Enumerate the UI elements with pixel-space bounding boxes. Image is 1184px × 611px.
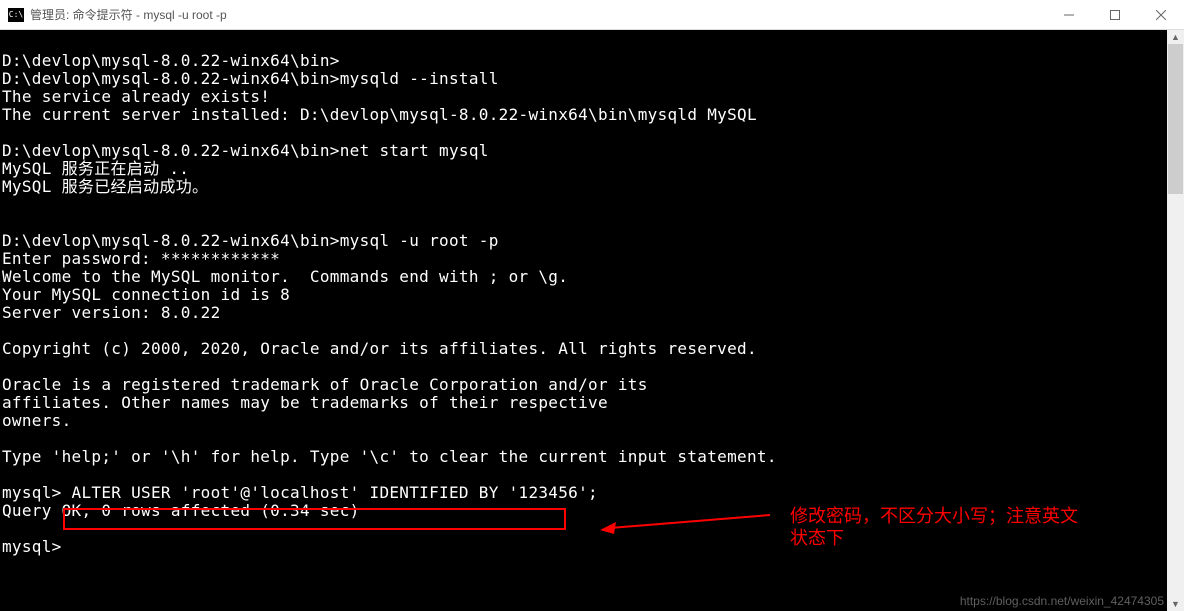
annotation-text: 修改密码，不区分大小写；注意英文 状态下 [790,505,1078,549]
maximize-button[interactable] [1092,0,1138,29]
annotation-line1: 修改密码，不区分大小写；注意英文 [790,505,1078,527]
watermark-text: https://blog.csdn.net/weixin_42474305 [960,594,1164,608]
close-button[interactable] [1138,0,1184,29]
scrollbar-thumb[interactable] [1168,44,1183,194]
minimize-button[interactable] [1046,0,1092,29]
scroll-up-arrow[interactable]: ▲ [1167,30,1184,44]
window-controls [1046,0,1184,29]
vertical-scrollbar[interactable]: ▲ ▼ [1167,30,1184,611]
window-titlebar: C:\ 管理员: 命令提示符 - mysql -u root -p [0,0,1184,30]
window-title: 管理员: 命令提示符 - mysql -u root -p [30,6,1046,23]
scroll-down-arrow[interactable]: ▼ [1167,597,1184,611]
cmd-icon: C:\ [8,8,24,22]
annotation-line2: 状态下 [790,527,1078,549]
